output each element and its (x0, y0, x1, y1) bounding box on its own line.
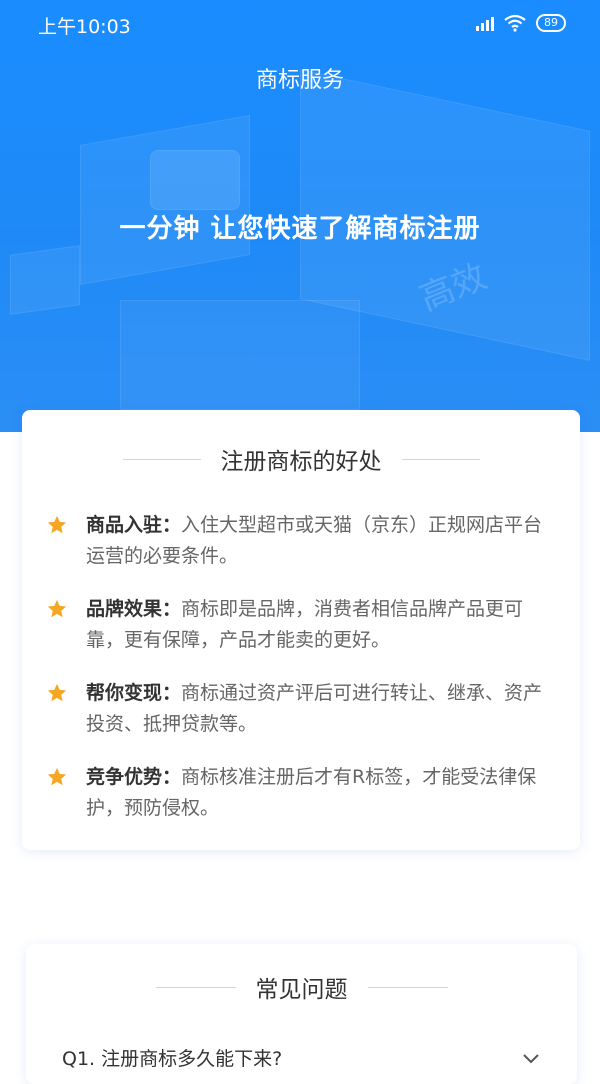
benefit-label: 商品入驻： (86, 514, 182, 536)
page-title: 商标服务 (255, 68, 344, 93)
faq-section-header: 常见问题 (26, 970, 577, 1004)
benefit-text: 商品入驻：入住大型超市或天猫（京东）正规网店平台运营的必要条件。 (86, 510, 558, 572)
decorative-block (10, 245, 80, 315)
chevron-down-icon[interactable] (521, 1048, 541, 1068)
faq-card: 常见问题 Q1. 注册商标多久能下来? (26, 944, 577, 1084)
benefit-label: 帮你变现： (86, 682, 182, 704)
benefit-label: 竞争优势： (86, 766, 182, 788)
benefit-text: 品牌效果：商标即是品牌，消费者相信品牌产品更可靠，更有保障，产品才能卖的更好。 (86, 594, 558, 656)
star-icon (47, 683, 67, 702)
battery-icon: 89 (536, 14, 566, 32)
star-icon (47, 767, 67, 786)
divider-line (401, 458, 480, 460)
benefit-text: 帮你变现：商标通过资产评后可进行转让、继承、资产投资、抵押贷款等。 (86, 678, 558, 740)
wifi-icon (504, 14, 526, 32)
benefit-text: 竞争优势：商标核准注册后才有R标签，才能受法律保护，预防侵权。 (86, 762, 558, 824)
status-bar: 上午10:03 89 (0, 0, 600, 50)
divider-line (155, 986, 236, 988)
benefits-section-header: 注册商标的好处 (22, 442, 580, 476)
signal-icon (476, 15, 494, 31)
star-icon (47, 515, 67, 534)
decorative-block (150, 150, 240, 210)
hero-headline: 一分钟 让您快速了解商标注册 (119, 214, 481, 244)
status-icons: 89 (476, 14, 566, 32)
decorative-block (120, 300, 360, 410)
benefit-item: 品牌效果：商标即是品牌，消费者相信品牌产品更可靠，更有保障，产品才能卖的更好。 (46, 594, 558, 656)
benefit-item: 帮你变现：商标通过资产评后可进行转让、继承、资产投资、抵押贷款等。 (46, 678, 558, 740)
hero-banner: 高效 上午10:03 89 商标服务 一分钟 让您快速了解商标注册 (0, 0, 600, 432)
divider-line (367, 986, 448, 988)
benefit-item: 竞争优势：商标核准注册后才有R标签，才能受法律保护，预防侵权。 (46, 762, 558, 824)
status-time: 上午10:03 (38, 16, 131, 38)
faq-title: 常见问题 (255, 977, 348, 1003)
benefit-label: 品牌效果： (86, 598, 182, 620)
benefits-card: 注册商标的好处 商品入驻：入住大型超市或天猫（京东）正规网店平台运营的必要条件。… (22, 410, 580, 850)
benefit-item: 商品入驻：入住大型超市或天猫（京东）正规网店平台运营的必要条件。 (46, 510, 558, 572)
divider-line (122, 458, 201, 460)
benefits-title: 注册商标的好处 (220, 449, 382, 475)
star-icon (47, 599, 67, 618)
